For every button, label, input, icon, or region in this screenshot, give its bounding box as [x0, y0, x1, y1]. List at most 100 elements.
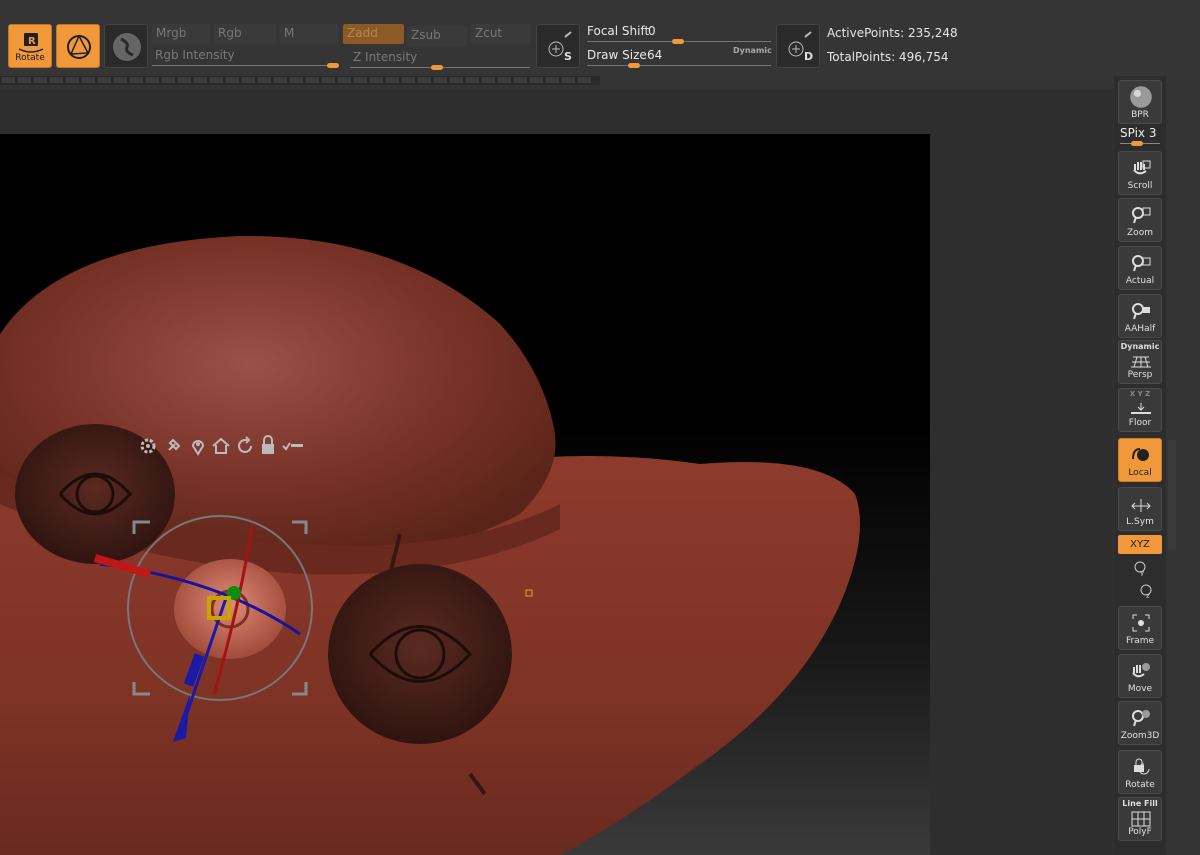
zadd-button[interactable]: Zadd — [343, 24, 404, 44]
floor-axes-label: X Y Z — [1129, 390, 1151, 398]
rotate-button[interactable]: R Rotate — [8, 24, 52, 68]
lock-icon[interactable] — [258, 434, 278, 456]
aahalf-button[interactable]: AAHalf — [1118, 294, 1162, 338]
ruler-tick — [34, 77, 47, 83]
ruler-tick — [82, 77, 95, 83]
local-rotate-icon — [1132, 448, 1149, 461]
persp-button[interactable]: Dynamic Persp — [1118, 340, 1162, 384]
persp-dynamic-label: Dynamic — [1120, 342, 1160, 351]
zoom-button[interactable]: Zoom — [1118, 198, 1162, 242]
bpr-button[interactable]: BPR — [1118, 80, 1162, 124]
polygroup-sphere-icon — [67, 34, 91, 59]
bpr-label: BPR — [1131, 110, 1149, 120]
frame-icon — [1132, 614, 1150, 632]
focal-shift-knob[interactable] — [672, 39, 684, 44]
ruler-tick — [258, 77, 271, 83]
ruler-tick — [210, 77, 223, 83]
draw-size-slider[interactable] — [587, 65, 771, 66]
svg-text:y: y — [1140, 569, 1144, 576]
ruler-tick — [114, 77, 127, 83]
material-button[interactable] — [104, 24, 148, 68]
ruler-tick — [2, 77, 15, 83]
material-sphere-icon — [113, 33, 141, 61]
ruler-tick — [274, 77, 287, 83]
hat-model[interactable] — [0, 134, 930, 855]
d-brush-button[interactable]: D — [776, 24, 820, 68]
ruler-tick — [306, 77, 319, 83]
z-intensity-knob[interactable] — [431, 65, 443, 70]
frame-label: Frame — [1125, 636, 1155, 646]
actual-button[interactable]: Actual — [1118, 246, 1162, 290]
right-tray-handle[interactable] — [1168, 440, 1176, 550]
ruler-tick — [546, 77, 559, 83]
xyz-button[interactable]: XYZ — [1118, 535, 1162, 554]
draw-size-value: 64 — [647, 48, 663, 62]
brush-target-icon: S — [548, 31, 572, 63]
home-icon[interactable] — [211, 436, 231, 456]
bpr-sphere-icon — [1130, 86, 1152, 108]
rgb-intensity-knob[interactable] — [327, 63, 339, 68]
rotate-3d-label: Rotate — [1125, 780, 1155, 790]
ruler-tick — [450, 77, 463, 83]
lsym-button[interactable]: L.Sym — [1118, 487, 1162, 531]
mrgb-button[interactable]: Mrgb — [152, 24, 210, 44]
floor-label: Floor — [1128, 418, 1152, 428]
hand-scroll-icon — [1133, 160, 1151, 175]
z-axis-rotate-icon[interactable]: z — [1138, 583, 1154, 599]
ruler-tick — [466, 77, 479, 83]
shelf-ruler — [0, 76, 600, 85]
rotate-lock-icon — [1134, 758, 1150, 775]
draw-size-knob[interactable] — [628, 63, 640, 68]
canvas-area[interactable] — [0, 90, 1113, 855]
zoom-label: Zoom — [1127, 228, 1153, 238]
scroll-label: Scroll — [1127, 181, 1153, 191]
ruler-tick — [338, 77, 351, 83]
ruler-tick — [322, 77, 335, 83]
ruler-tick — [18, 77, 31, 83]
dynamic-toggle[interactable]: Dynamic — [733, 46, 772, 55]
y-axis-rotate-icon[interactable]: y — [1132, 560, 1148, 576]
s-brush-button[interactable]: S — [536, 24, 580, 68]
document-canvas[interactable] — [0, 134, 930, 855]
polyf-button[interactable]: Line Fill PolyF — [1118, 797, 1162, 841]
floor-button[interactable]: X Y Z Floor — [1118, 388, 1162, 432]
focal-shift-label: Focal Shift — [587, 24, 650, 38]
pin-icon[interactable] — [163, 436, 183, 456]
ruler-tick — [386, 77, 399, 83]
ruler-tick — [370, 77, 383, 83]
ruler-tick — [290, 77, 303, 83]
toggle-icon[interactable] — [281, 436, 305, 456]
move-button[interactable]: Move — [1118, 654, 1162, 698]
ruler-tick — [98, 77, 111, 83]
ruler-tick — [50, 77, 63, 83]
reset-icon[interactable] — [235, 436, 255, 456]
gizmo-toolbar — [138, 434, 308, 458]
frame-button[interactable]: Frame — [1118, 606, 1162, 650]
ruler-tick — [194, 77, 207, 83]
local-button[interactable]: Local — [1118, 438, 1162, 482]
m-button[interactable]: M — [280, 24, 338, 44]
scroll-button[interactable]: Scroll — [1118, 151, 1162, 195]
location-icon[interactable] — [188, 436, 208, 456]
ruler-tick — [130, 77, 143, 83]
ruler-tick — [578, 77, 591, 83]
ruler-tick — [562, 77, 575, 83]
zoom3d-button[interactable]: Zoom3D — [1118, 701, 1162, 745]
svg-text:z: z — [1146, 592, 1150, 599]
top-toolbar: R Rotate Mrgb Rgb M Zadd Zsub Zcut Rgb I… — [0, 0, 1200, 80]
z-intensity-label: Z Intensity — [353, 50, 418, 64]
zsub-button[interactable]: Zsub — [407, 26, 467, 46]
rgb-button[interactable]: Rgb — [214, 24, 276, 44]
gear-icon[interactable] — [138, 436, 158, 456]
spix-knob[interactable] — [1131, 141, 1143, 146]
local-label: Local — [1128, 468, 1152, 478]
zcut-button[interactable]: Zcut — [471, 24, 531, 44]
symmetry-icon — [1131, 499, 1151, 512]
ruler-tick — [434, 77, 447, 83]
rgb-intensity-slider[interactable] — [152, 65, 338, 66]
rotate-3d-button[interactable]: Rotate — [1118, 750, 1162, 794]
lsym-label: L.Sym — [1126, 517, 1154, 527]
perspective-mode-button[interactable] — [56, 24, 100, 68]
ruler-tick — [514, 77, 527, 83]
hand-move-icon — [1132, 663, 1150, 678]
